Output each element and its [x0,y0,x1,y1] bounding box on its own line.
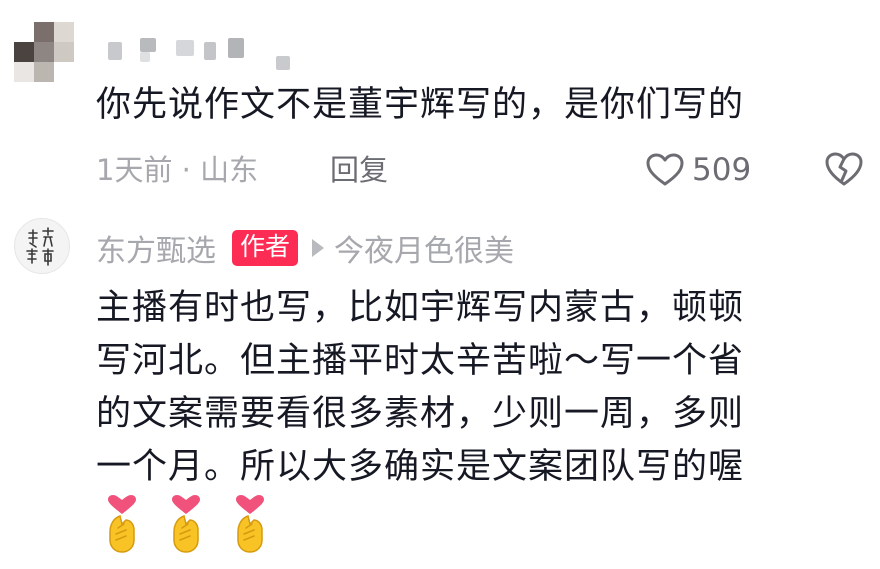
author-name[interactable]: 东方甄选 [96,226,216,270]
reply-text-line: 一个月。所以大多确实是文案团队写的喔 [96,447,745,487]
reply-text-line: 的文案需要看很多素材，少则一周，多则 [96,394,745,434]
reply-text: 主播有时也写，比如宇辉写内蒙古，顿顿 写河北。但主播平时太辛苦啦～写一个省 的文… [96,282,866,494]
comment-time-location: 1天前 · 山东 [96,153,259,187]
like-button[interactable]: 509 [646,148,751,192]
comment-text: 你先说作文不是董宇辉写的，是你们写的 [96,85,745,125]
comment-thread: 你先说作文不是董宇辉写的，是你们写的 1天前 · 山东 回复 509 东方甄选 … [0,0,880,569]
finger-heart-emoji [108,495,136,553]
comment-meta-bar: 1天前 · 山东 回复 509 [96,148,866,192]
reply-to-username[interactable]: 今夜月色很美 [334,226,514,270]
like-count: 509 [692,152,752,188]
finger-heart-emoji [236,495,264,553]
reply-button[interactable]: 回复 [330,152,388,188]
reply-header: 东方甄选 作者 今夜月色很美 [96,226,796,270]
username-pixelated[interactable] [108,36,308,70]
broken-heart-icon [825,152,863,186]
reply-text-line: 主播有时也写，比如宇辉写内蒙古，顿顿 [96,288,745,328]
brand-logo-icon [26,227,54,266]
heart-outline-icon [646,153,684,186]
dislike-button[interactable] [824,150,864,190]
author-badge: 作者 [232,230,299,266]
emoji-row [96,494,288,554]
user-avatar-pixelated[interactable] [14,22,74,82]
reply-arrow-icon [312,239,325,257]
brand-avatar-logo[interactable] [14,218,70,274]
finger-heart-emoji [172,495,200,553]
reply-text-line: 写河北。但主播平时太辛苦啦～写一个省 [96,341,745,381]
